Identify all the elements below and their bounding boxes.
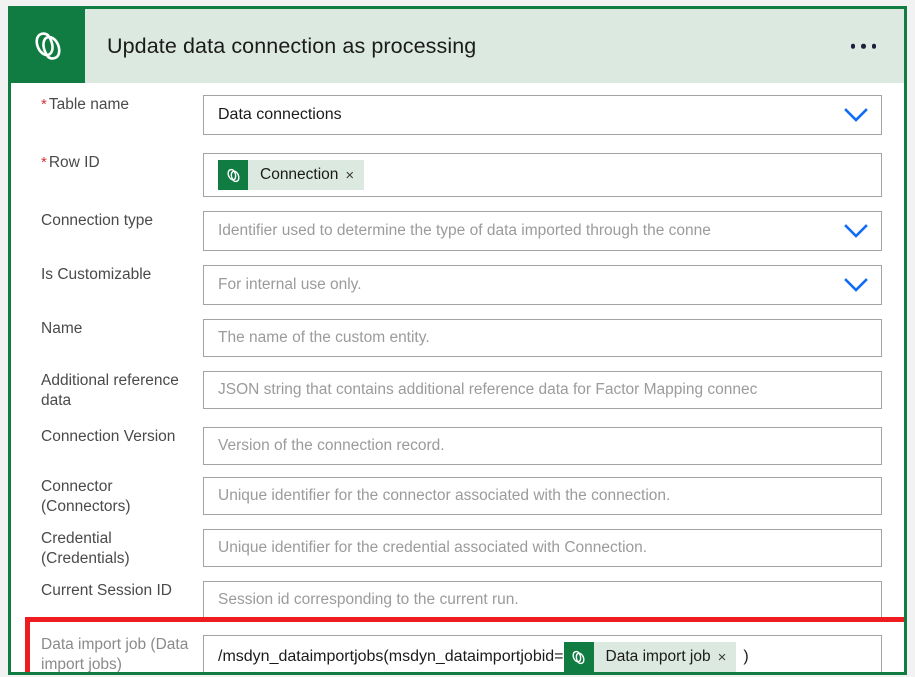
required-asterisk: *	[41, 96, 47, 113]
field-label-connection-type: Connection type	[41, 212, 154, 229]
field-row-row-id: * Row ID Connection ×	[11, 153, 904, 197]
chevron-down-icon[interactable]	[843, 277, 869, 293]
field-row-connection-version: Connection Version Version of the connect…	[11, 427, 904, 465]
field-row-current-session-id: Current Session ID Session id correspondi…	[11, 581, 904, 619]
field-label-row-id: * Row ID	[41, 154, 100, 171]
field-placeholder-credential-credentials: Unique identifier for the credential ass…	[218, 539, 648, 556]
expression-suffix: )	[743, 648, 749, 665]
token-chip-connection[interactable]: Connection ×	[218, 160, 365, 190]
field-row-credential-credentials: Credential (Credentials) Unique identifie…	[11, 529, 904, 569]
token-remove-icon[interactable]: ×	[718, 650, 737, 665]
field-row-additional-reference-data: Additional reference data JSON string tha…	[11, 371, 904, 411]
field-input-is-customizable[interactable]: For internal use only.	[203, 265, 882, 305]
field-placeholder-additional-reference-data: JSON string that contains additional ref…	[218, 381, 758, 398]
expression-content: /msdyn_dataimportjobs(msdyn_dataimportjo…	[204, 642, 749, 672]
field-label-name: Name	[41, 320, 83, 337]
action-card-body: * Table name Data connections * Row ID Connec…	[11, 83, 904, 672]
field-placeholder-name: The name of the custom entity.	[218, 329, 430, 346]
field-row-connection-type: Connection type Identifier used to determ…	[11, 211, 904, 251]
token-label: Data import job	[605, 648, 711, 665]
field-row-name: Name The name of the custom entity.	[11, 319, 904, 357]
field-label-current-session-id: Current Session ID	[41, 582, 172, 599]
overflow-dot	[871, 43, 876, 49]
field-input-additional-reference-data[interactable]: JSON string that contains additional ref…	[203, 371, 882, 409]
dataverse-icon	[11, 9, 85, 83]
field-input-credential-credentials[interactable]: Unique identifier for the credential ass…	[203, 529, 882, 567]
field-row-table-name: * Table name Data connections	[11, 95, 904, 135]
field-label-connector-connectors: Connector (Connectors)	[41, 478, 131, 515]
field-row-data-import-job-data-import-jobs: Data import job (Data import jobs) /msdyn…	[11, 635, 904, 673]
field-input-row-id[interactable]: Connection ×	[203, 153, 882, 197]
required-asterisk: *	[41, 154, 47, 171]
field-placeholder-connector-connectors: Unique identifier for the connector asso…	[218, 487, 671, 504]
expression-prefix: /msdyn_dataimportjobs(msdyn_dataimportjo…	[218, 648, 564, 665]
field-label-is-customizable: Is Customizable	[41, 266, 152, 283]
field-input-table-name[interactable]: Data connections	[203, 95, 882, 135]
dataverse-icon	[218, 160, 248, 190]
overflow-dot	[850, 43, 855, 49]
action-card-header: Update data connection as processing	[11, 9, 904, 83]
field-row-is-customizable: Is Customizable For internal use only.	[11, 265, 904, 305]
dataverse-icon	[563, 642, 594, 672]
page-title: Update data connection as processing	[107, 33, 477, 58]
field-label-connection-version: Connection Version	[41, 428, 176, 445]
token-remove-icon[interactable]: ×	[345, 168, 364, 183]
update-row-action-card: Update data connection as processing * Ta…	[8, 6, 907, 675]
overflow-dot	[861, 43, 866, 49]
field-input-connector-connectors[interactable]: Unique identifier for the connector asso…	[203, 477, 882, 515]
field-input-current-session-id[interactable]: Session id corresponding to the current …	[203, 581, 882, 619]
field-placeholder-is-customizable: For internal use only.	[218, 276, 362, 293]
field-placeholder-current-session-id: Session id corresponding to the current …	[218, 591, 519, 608]
field-label-data-import-job-data-import-jobs: Data import job (Data import jobs)	[41, 636, 189, 673]
token-chip-data-import-job[interactable]: Data import job ×	[563, 642, 737, 672]
chevron-down-icon[interactable]	[843, 223, 869, 239]
field-value-table-name: Data connections	[218, 106, 342, 123]
overflow-menu-icon[interactable]	[845, 38, 883, 55]
field-placeholder-connection-version: Version of the connection record.	[218, 437, 445, 454]
field-input-data-import-job-data-import-jobs[interactable]: /msdyn_dataimportjobs(msdyn_dataimportjo…	[203, 635, 882, 672]
field-label-additional-reference-data: Additional reference data	[41, 372, 179, 409]
field-input-connection-version[interactable]: Version of the connection record.	[203, 427, 882, 465]
field-input-name[interactable]: The name of the custom entity.	[203, 319, 882, 357]
field-row-connector-connectors: Connector (Connectors) Unique identifier …	[11, 477, 904, 517]
token-label: Connection	[260, 166, 339, 183]
field-input-connection-type[interactable]: Identifier used to determine the type of…	[203, 211, 882, 251]
chevron-down-icon[interactable]	[843, 107, 869, 123]
field-label-credential-credentials: Credential (Credentials)	[41, 530, 130, 567]
field-label-table-name: * Table name	[41, 96, 129, 113]
field-placeholder-connection-type: Identifier used to determine the type of…	[218, 222, 711, 239]
